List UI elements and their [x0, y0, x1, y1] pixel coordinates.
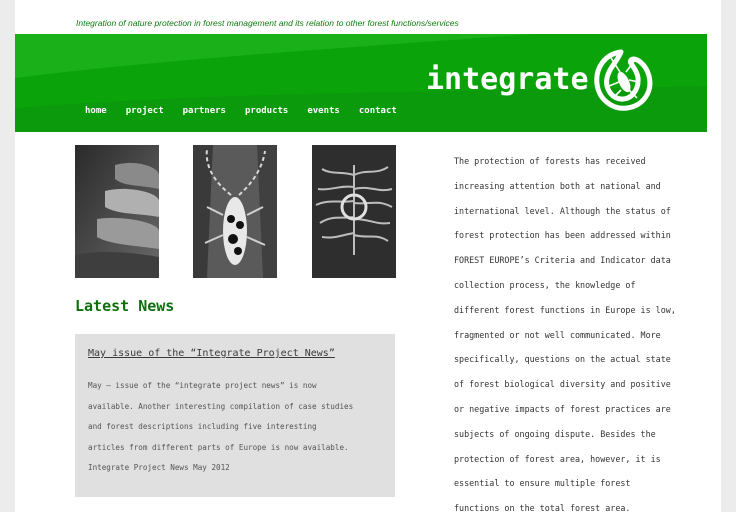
- news-body-line: and forest descriptions including five i…: [88, 422, 317, 431]
- intro-line: The protection of forests has received: [454, 156, 646, 166]
- intro-line: protection of forest area, however, it i…: [454, 453, 661, 464]
- intro-line: collection process, the knowledge of: [454, 279, 636, 290]
- latest-news-heading: Latest News: [75, 297, 175, 315]
- site-tagline: Integration of nature protection in fore…: [76, 18, 459, 28]
- nav-events[interactable]: events: [307, 106, 340, 116]
- intro-line: different forest functions in Europe is …: [454, 304, 676, 315]
- intro-line: fragmented or not well communicated. Mor…: [454, 329, 661, 340]
- intro-line: or negative impacts of forest practices …: [454, 403, 671, 414]
- main-navigation: home project partners products events co…: [85, 106, 416, 116]
- header-banner: integrate home project partners products…: [15, 34, 707, 132]
- nav-project[interactable]: project: [126, 106, 164, 116]
- intro-line: increasing attention both at national an…: [454, 180, 661, 191]
- intro-line: essential to ensure multiple forest: [454, 478, 631, 489]
- page: Integration of nature protection in fore…: [15, 0, 721, 512]
- intro-line: international level. Although the status…: [454, 205, 671, 216]
- news-body-line: available. Another interesting compilati…: [88, 401, 354, 411]
- intro-line: FOREST EUROPE’s Criteria and Indicator d…: [454, 255, 671, 266]
- intro-line: subjects of ongoing dispute. Besides the: [454, 428, 656, 439]
- intro-line: functions on the total forest area.: [454, 503, 631, 512]
- bracket-fungus-photo: [75, 145, 159, 278]
- intro-text: The protection of forests has received i…: [454, 149, 716, 512]
- intro-line: of forest biological diversity and posit…: [454, 379, 671, 390]
- longhorn-beetle-photo: [193, 145, 277, 278]
- intro-line: forest protection has been addressed wit…: [454, 230, 671, 241]
- news-body-line: articles from different parts of Europe …: [88, 442, 349, 452]
- nav-partners[interactable]: partners: [183, 106, 226, 116]
- news-item-card: May issue of the “Integrate Project News…: [75, 334, 395, 497]
- nav-contact[interactable]: contact: [359, 106, 397, 116]
- brand-wordmark: integrate: [426, 62, 589, 97]
- beetle-in-circle-icon[interactable]: [591, 48, 655, 114]
- news-body-line: Integrate Project News May 2012: [88, 463, 230, 472]
- news-body-line: May – issue of the “integrate project ne…: [88, 381, 317, 390]
- news-item-title-link[interactable]: May issue of the “Integrate Project News…: [88, 348, 335, 359]
- intro-line: specifically, questions on the actual st…: [454, 354, 671, 365]
- nav-products[interactable]: products: [245, 106, 288, 116]
- news-item-body: May – issue of the “integrate project ne…: [88, 376, 388, 479]
- nav-home[interactable]: home: [85, 106, 107, 116]
- bark-beetle-galleries-photo: [312, 145, 396, 278]
